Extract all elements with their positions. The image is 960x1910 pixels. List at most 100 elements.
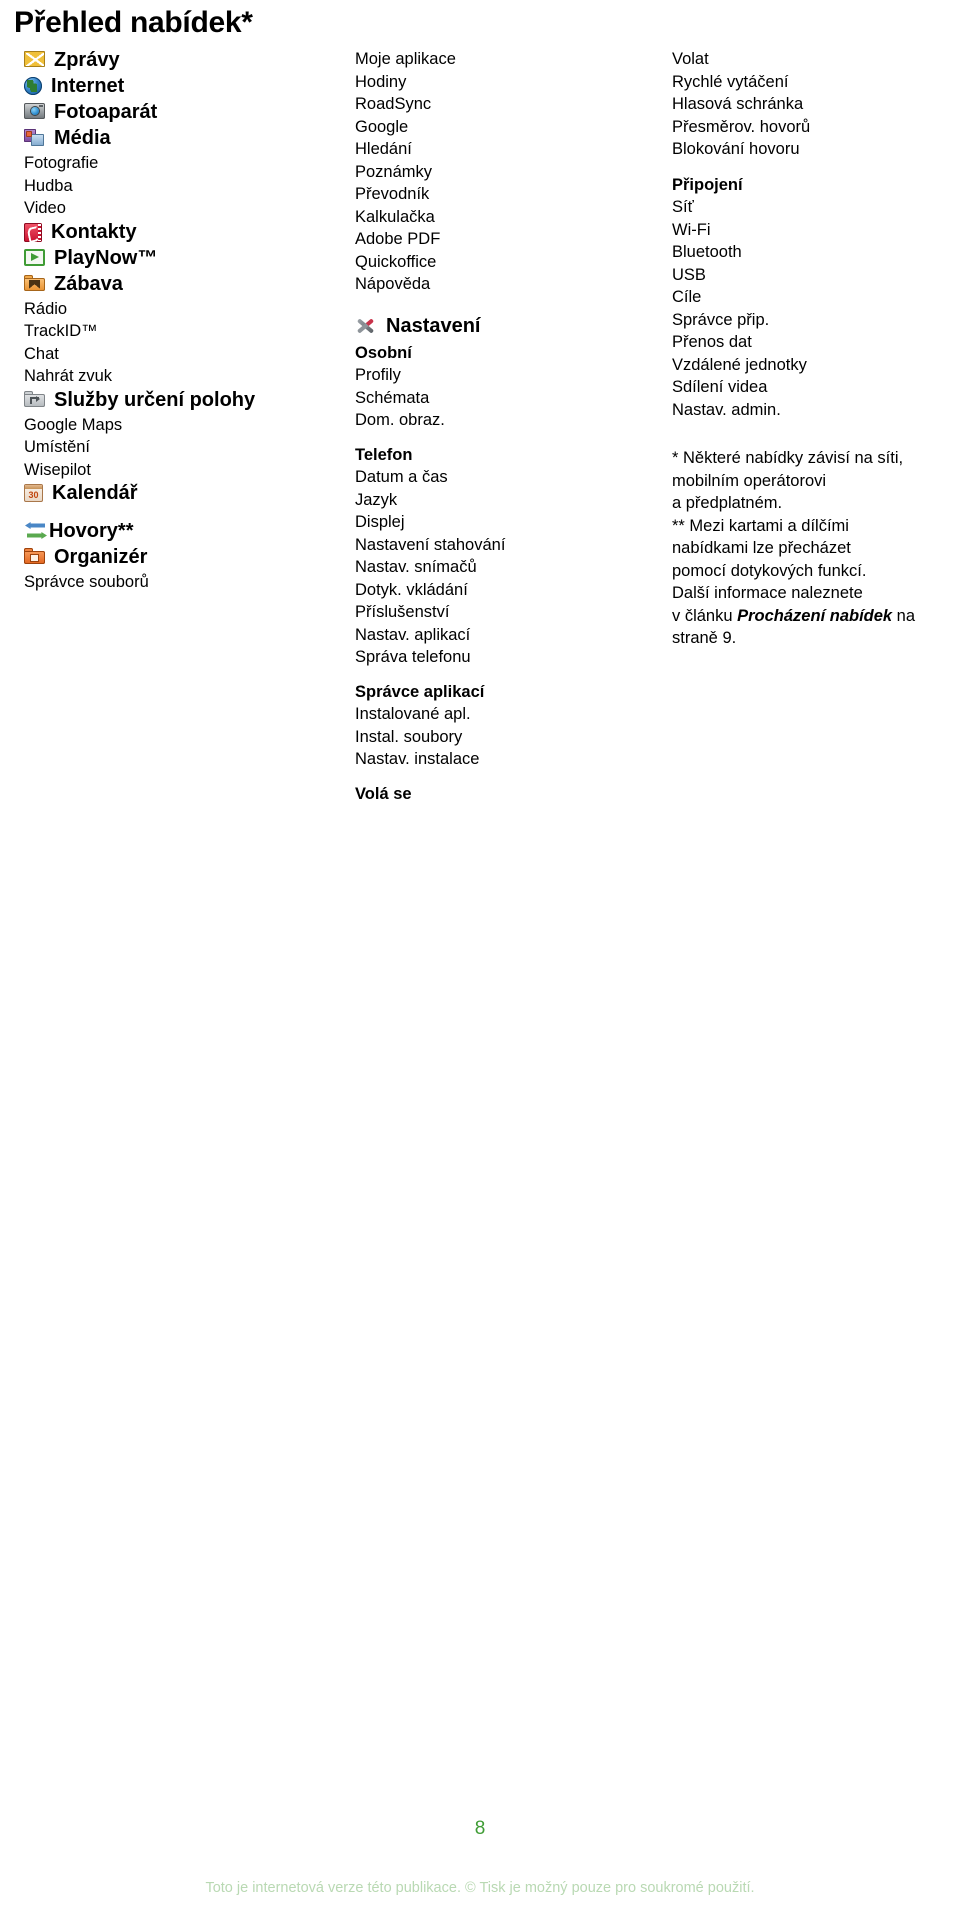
list-item[interactable]: Nastav. admin. [672, 399, 947, 422]
page-number: 8 [474, 1818, 486, 1839]
submenu-item[interactable]: Nastav. aplikací [355, 624, 570, 647]
menu-item-zabava[interactable]: Zábava [24, 272, 289, 297]
list-item[interactable]: Nápověda [355, 273, 570, 296]
menu-item-kalendar[interactable]: 30 Kalendář [24, 481, 289, 506]
footnote-line: ** Mezi kartami a dílčími [672, 516, 849, 535]
submenu-item[interactable]: Fotografie [24, 152, 289, 175]
menu-item-playnow[interactable]: PlayNow™ [24, 246, 289, 271]
play-icon [24, 248, 45, 266]
submenu-item[interactable]: Umístění [24, 436, 289, 459]
list-item[interactable]: Quickoffice [355, 251, 570, 274]
folder-entertainment-icon [24, 274, 45, 291]
list-item[interactable]: Kalkulačka [355, 206, 570, 229]
settings-section-spravce-aplikaci: Správce aplikací Instalované apl. Instal… [355, 681, 570, 771]
list-item[interactable]: Cíle [672, 286, 947, 309]
list-item[interactable]: Rychlé vytáčení [672, 71, 947, 94]
submenu-item[interactable]: Dom. obraz. [355, 409, 570, 432]
menu-group-sluzby-urceni-polohy: Služby určení polohy Google Maps Umístěn… [24, 388, 289, 482]
menu-group-zabava: Zábava Rádio TrackID™ Chat Nahrát zvuk [24, 272, 289, 388]
column-main-menu: Zprávy Internet Fotoaparát Média Fotogra… [24, 48, 289, 594]
list-item[interactable]: Přesměrov. hovorů [672, 116, 947, 139]
folder-organizer-icon [24, 548, 45, 564]
list-item[interactable]: Wi-Fi [672, 219, 947, 242]
submenu-item[interactable]: Video [24, 197, 289, 220]
footnote-text: na [892, 606, 916, 625]
settings-section-osobni: Osobní Profily Schémata Dom. obraz. [355, 342, 570, 432]
submenu-item[interactable]: Datum a čas [355, 466, 570, 489]
list-item[interactable]: Správce přip. [672, 309, 947, 332]
list-item[interactable]: Hledání [355, 138, 570, 161]
menu-label: PlayNow™ [54, 246, 158, 269]
footnote-line: a předplatném. [672, 494, 783, 512]
submenu-item[interactable]: Nastavení stahování [355, 534, 570, 557]
menu-label: Služby určení polohy [54, 388, 256, 411]
menu-label: Fotoaparát [54, 101, 158, 123]
menu-group-hovory: Hovory** [24, 519, 289, 544]
submenu-item[interactable]: Dotyk. vkládání [355, 579, 570, 602]
list-item[interactable]: USB [672, 264, 947, 287]
submenu-item[interactable]: Správa telefonu [355, 646, 570, 669]
footnote-line: Další informace naleznete [672, 584, 863, 602]
menu-item-zpravy[interactable]: Zprávy [24, 48, 289, 73]
submenu-item[interactable]: Nastav. instalace [355, 748, 570, 771]
list-item[interactable]: Sdílení videa [672, 376, 947, 399]
footnote-line: pomocí dotykových funkcí. [672, 561, 867, 580]
submenu-item[interactable]: Instal. soubory [355, 726, 570, 749]
contacts-book-icon [24, 222, 42, 242]
submenu-item[interactable]: Displej [355, 511, 570, 534]
submenu-item[interactable]: Nahrát zvuk [24, 365, 289, 388]
list-item[interactable]: Adobe PDF [355, 228, 570, 251]
envelope-icon [24, 51, 45, 67]
menu-item-hovory[interactable]: Hovory** [24, 519, 289, 544]
menu-item-internet[interactable]: Internet [24, 74, 289, 99]
list-item[interactable]: Volat [672, 48, 947, 71]
menu-group-media: Média Fotografie Hudba Video [24, 126, 289, 220]
list-item[interactable]: Poznámky [355, 161, 570, 184]
menu-label: Zprávy [54, 49, 120, 71]
submenu-item[interactable]: TrackID™ [24, 320, 289, 343]
list-item[interactable]: RoadSync [355, 93, 570, 116]
submenu-item[interactable]: Rádio [24, 298, 289, 321]
list-item[interactable]: Moje aplikace [355, 48, 570, 71]
menu-item-kontakty[interactable]: Kontakty [24, 220, 289, 245]
section-heading: Správce aplikací [355, 682, 485, 701]
menu-group-kontakty: Kontakty [24, 220, 289, 245]
list-item[interactable]: Síť [672, 196, 947, 219]
submenu-item[interactable]: Hudba [24, 175, 289, 198]
page-title: Přehled nabídek* [14, 6, 253, 39]
calls-arrows-icon [24, 521, 49, 542]
submenu-item[interactable]: Google Maps [24, 414, 289, 437]
media-icon [24, 129, 45, 147]
menu-item-media[interactable]: Média [24, 126, 289, 151]
app-list: Moje aplikace Hodiny RoadSync Google Hle… [355, 48, 570, 296]
submenu-item[interactable]: Příslušenství [355, 601, 570, 624]
list-item[interactable]: Přenos dat [672, 331, 947, 354]
section-heading: Volá se [355, 784, 412, 803]
submenu-item[interactable]: Wisepilot [24, 459, 289, 482]
list-item[interactable]: Vzdálené jednotky [672, 354, 947, 377]
list-item[interactable]: Hlasová schránka [672, 93, 947, 116]
list-item[interactable]: Blokování hovoru [672, 138, 947, 161]
menu-label: Kalendář [52, 482, 138, 504]
folder-location-icon [24, 390, 45, 407]
submenu-item[interactable]: Profily [355, 364, 570, 387]
list-item[interactable]: Hodiny [355, 71, 570, 94]
submenu-item[interactable]: Instalované apl. [355, 703, 570, 726]
menu-group-internet: Internet [24, 74, 289, 99]
menu-group-fotoaparat: Fotoaparát [24, 100, 289, 125]
submenu-item[interactable]: Chat [24, 343, 289, 366]
list-item[interactable]: Bluetooth [672, 241, 947, 264]
submenu-item[interactable]: Nastav. snímačů [355, 556, 570, 579]
menu-item-fotoaparat[interactable]: Fotoaparát [24, 100, 289, 125]
menu-item-organizer[interactable]: Organizér [24, 545, 289, 570]
menu-item-sluzby-urceni-polohy[interactable]: Služby určení polohy [24, 388, 289, 413]
menu-label: Zábava [54, 272, 123, 295]
calls-list: Volat Rychlé vytáčení Hlasová schránka P… [672, 48, 947, 161]
list-item[interactable]: Převodník [355, 183, 570, 206]
submenu-item[interactable]: Jazyk [355, 489, 570, 512]
section-heading: Připojení [672, 175, 743, 194]
submenu-item[interactable]: Správce souborů [24, 571, 289, 594]
submenu-item[interactable]: Schémata [355, 387, 570, 410]
menu-item-nastaveni[interactable]: Nastavení [355, 314, 570, 339]
list-item[interactable]: Google [355, 116, 570, 139]
